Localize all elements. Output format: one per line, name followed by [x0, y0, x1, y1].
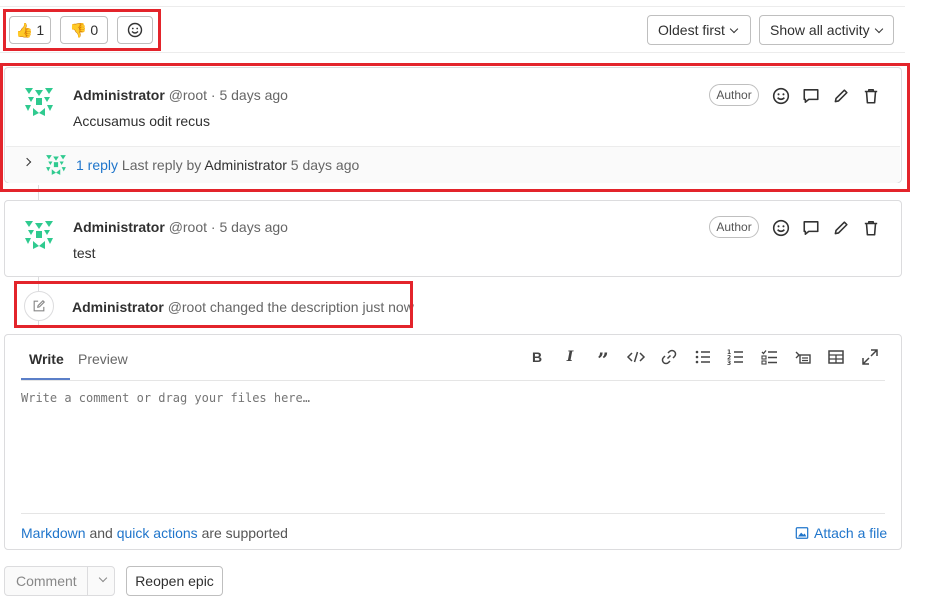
reply-identicon-avatar: [46, 155, 66, 175]
bullet-list-icon[interactable]: [693, 347, 713, 367]
note-meta: @root · 5 days ago: [168, 87, 288, 103]
top-divider: [0, 6, 905, 7]
note-author[interactable]: Administrator: [73, 219, 165, 235]
thumbs-up-icon: 👍: [15, 21, 34, 38]
add-reaction-icon[interactable]: [772, 87, 790, 105]
identicon-avatar[interactable]: [22, 218, 56, 252]
delete-trash-icon[interactable]: [862, 219, 880, 237]
system-note-text: @root changed the description just now: [167, 299, 414, 315]
footer-and: and: [89, 525, 113, 541]
activity-filter-dropdown[interactable]: Show all activity: [759, 15, 894, 45]
note-card: Administrator @root · 5 days ago Author …: [4, 67, 902, 183]
reply-icon[interactable]: [802, 219, 820, 237]
attach-file-button[interactable]: Attach a file: [795, 525, 887, 541]
editor-tabs-divider: [21, 380, 885, 381]
sort-label: Oldest first: [658, 22, 725, 38]
delete-trash-icon[interactable]: [862, 87, 880, 105]
italic-icon[interactable]: I: [560, 347, 580, 367]
chevron-right-icon: [22, 157, 32, 167]
attach-file-label: Attach a file: [814, 525, 888, 541]
note-author[interactable]: Administrator: [73, 87, 165, 103]
markdown-link[interactable]: Markdown: [21, 525, 86, 541]
reply-author[interactable]: Administrator: [204, 157, 286, 173]
chevron-down-icon: [729, 24, 739, 33]
note-header: Administrator @root · 5 days ago: [73, 219, 288, 235]
thumbs-up-count: 1: [36, 22, 45, 38]
code-icon[interactable]: [626, 347, 646, 367]
sort-dropdown[interactable]: Oldest first: [647, 15, 751, 45]
thumbs-up-reaction-button[interactable]: 👍 1: [9, 16, 51, 44]
task-list-icon[interactable]: [760, 347, 780, 367]
reopen-epic-button[interactable]: Reopen epic: [126, 566, 223, 596]
reply-summary: 1 reply Last reply by Administrator 5 da…: [76, 157, 359, 173]
pencil-square-icon: [33, 300, 45, 312]
comment-split-button: Comment: [4, 566, 115, 596]
thumbs-down-reaction-button[interactable]: 👎 0: [60, 16, 108, 44]
thumbs-down-count: 0: [90, 22, 99, 38]
system-note-icon-wrapper: [24, 291, 54, 321]
comment-editor: Write Preview B I ” 1 2 3 Markdo: [4, 334, 902, 550]
fullscreen-icon[interactable]: [860, 347, 880, 367]
chevron-down-icon: [874, 24, 883, 33]
split-divider: [87, 567, 88, 595]
system-note: Administrator @root changed the descript…: [72, 299, 414, 315]
top-divider-bottom: [0, 52, 905, 53]
reply-time: 5 days ago: [290, 157, 360, 173]
thumbs-down-icon: 👎: [69, 21, 88, 38]
note-meta: @root · 5 days ago: [168, 219, 288, 235]
smiley-icon: [127, 22, 143, 38]
editor-footer-divider: [21, 513, 885, 514]
identicon-avatar[interactable]: [22, 85, 56, 119]
footer-supported: are supported: [201, 525, 288, 541]
author-badge: Author: [709, 84, 759, 106]
numbered-list-icon[interactable]: 1 2 3: [726, 347, 746, 367]
comment-button[interactable]: Comment: [16, 573, 77, 589]
system-note-author[interactable]: Administrator: [72, 299, 164, 315]
image-icon: [795, 527, 809, 539]
add-reaction-button[interactable]: [117, 16, 153, 44]
reply-count-link[interactable]: 1 reply: [76, 157, 118, 173]
add-reaction-icon[interactable]: [772, 219, 790, 237]
edit-pencil-icon[interactable]: [832, 87, 850, 105]
filter-label: Show all activity: [770, 22, 870, 38]
note-body: Accusamus odit recus: [73, 113, 210, 129]
active-tab-indicator: [21, 378, 70, 380]
quick-actions-link[interactable]: quick actions: [117, 525, 198, 541]
svg-text:3: 3: [727, 360, 731, 367]
editor-footer-hint: Markdown and quick actions are supported: [21, 525, 288, 541]
tab-preview[interactable]: Preview: [78, 351, 128, 367]
reply-last-text: Last reply by: [121, 157, 202, 173]
edit-pencil-icon[interactable]: [832, 219, 850, 237]
note-header: Administrator @root · 5 days ago: [73, 87, 288, 103]
replies-toggle[interactable]: 1 reply Last reply by Administrator 5 da…: [6, 146, 900, 183]
chevron-down-icon[interactable]: [98, 573, 108, 583]
comment-textarea[interactable]: [21, 391, 885, 501]
link-icon[interactable]: [659, 347, 679, 367]
author-badge: Author: [709, 216, 759, 238]
note-card: Administrator @root · 5 days ago Author …: [4, 200, 902, 277]
note-body: test: [73, 245, 96, 261]
tab-write[interactable]: Write: [29, 351, 64, 367]
collapsible-section-icon[interactable]: [793, 347, 813, 367]
quote-icon[interactable]: ”: [593, 347, 613, 372]
reply-icon[interactable]: [802, 87, 820, 105]
bold-icon[interactable]: B: [527, 347, 547, 367]
table-icon[interactable]: [826, 347, 846, 367]
